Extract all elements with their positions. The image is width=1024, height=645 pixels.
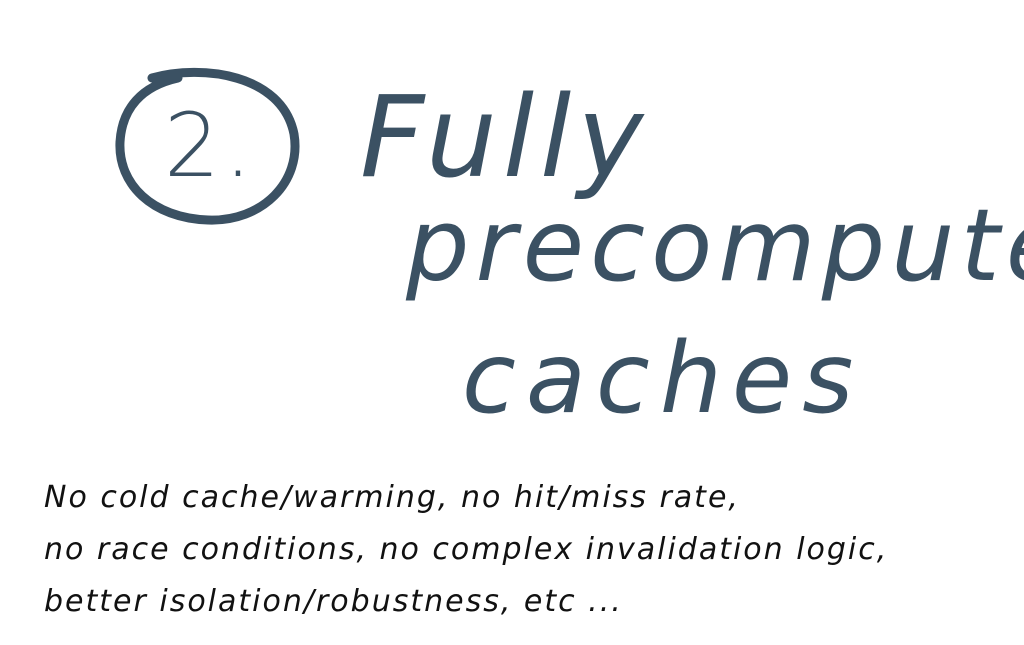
title-line-3: caches [462,322,864,436]
whiteboard-slide: 2. Fully precomputed caches No cold cach… [0,0,1024,645]
notes-line-1: No cold cache/warming, no hit/miss rate, [44,480,740,515]
title-line-2: precomputed [406,187,1024,304]
notes-line-3: better isolation/robustness, etc ... [44,584,623,619]
section-number: 2. [164,93,256,197]
title-line-1: Fully [360,73,650,203]
notes-line-2: no race conditions, no complex invalidat… [44,532,889,567]
section-number-badge: 2. [112,64,302,226]
notes-block: No cold cache/warming, no hit/miss rate,… [44,472,1004,628]
